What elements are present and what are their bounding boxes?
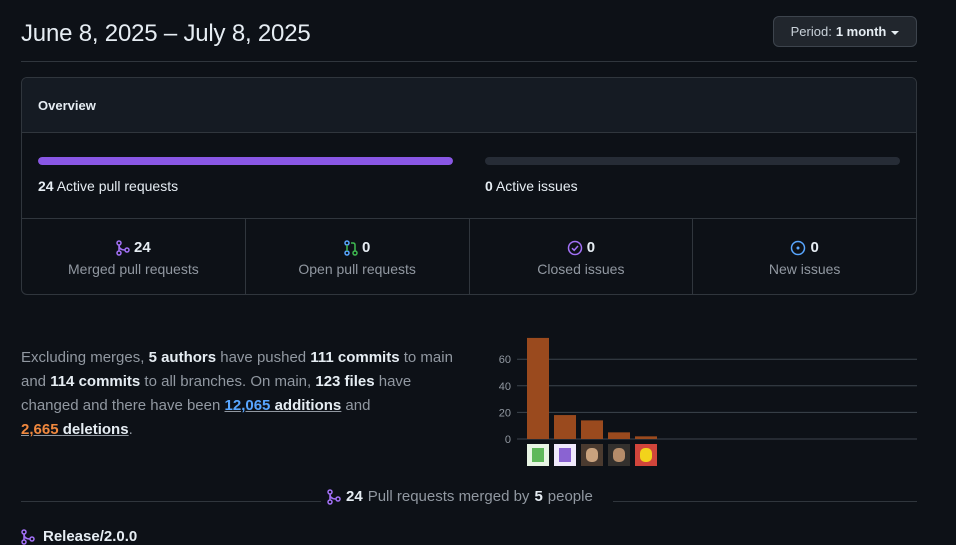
avatar [613, 448, 625, 462]
active-prs-link[interactable]: 24 Active pull requests [38, 178, 178, 194]
stat-label: New issues [768, 261, 841, 277]
chart-bar [635, 436, 657, 439]
merged-text: Pull requests merged by [367, 488, 530, 505]
stat-open-prs[interactable]: 0 Open pull requests [246, 219, 470, 294]
summary-text: to all branches. On main, [140, 373, 316, 390]
divider-line-right [613, 501, 917, 502]
period-prefix: Period: [790, 24, 832, 39]
stat-merged-prs[interactable]: 24 Merged pull requests [22, 219, 246, 294]
summary-text: . [128, 421, 133, 438]
active-prs-count: 24 [38, 178, 54, 194]
pull-request-icon [344, 239, 358, 256]
stat-label: Merged pull requests [68, 261, 199, 277]
merged-count: 24 [346, 488, 363, 505]
pulse-page: June 8, 2025 – July 8, 2025 Period: 1 mo… [21, 0, 917, 545]
period-value: 1 month [835, 24, 887, 39]
chart-y-tick-label: 60 [499, 354, 511, 366]
active-issues-link[interactable]: 0 Active issues [485, 178, 578, 194]
period-dropdown-button[interactable]: Period: 1 month [773, 16, 917, 47]
deletions-count: 2,665 [21, 421, 59, 438]
page-title: June 8, 2025 – July 8, 2025 [21, 20, 311, 47]
chart-bar [554, 415, 576, 439]
additions-count: 12,065 [224, 397, 271, 414]
pulse-header: June 8, 2025 – July 8, 2025 Period: 1 mo… [21, 0, 917, 62]
overview-title: Overview [38, 98, 96, 113]
overview-header: Overview [22, 78, 916, 133]
commits-all-count: 114 commits [50, 373, 141, 390]
people-count: 5 [534, 488, 543, 505]
caret-down-icon [891, 30, 900, 35]
active-issues-label: Active issues [495, 178, 578, 194]
avatar [559, 448, 571, 462]
summary-text: have pushed [216, 349, 311, 366]
chart-y-tick-label: 20 [499, 407, 511, 419]
overview-panel: Overview 24 Active pull requests 0 Activ… [21, 77, 917, 295]
stat-value: 0 [586, 239, 596, 256]
merged-prs-summary: 24 Pull requests merged by 5 people [327, 488, 593, 505]
chart-bar [581, 420, 603, 439]
stat-value: 0 [810, 239, 819, 256]
commits-main-count: 111 commits [310, 349, 400, 366]
stat-value: 0 [361, 239, 371, 256]
overview-stats: 24 Merged pull requests 0 Open pull requ… [22, 219, 916, 294]
pr-item-release[interactable]: Release/2.0.0 [21, 528, 137, 545]
active-issues-count: 0 [485, 178, 493, 194]
chart-bar [527, 337, 549, 439]
commit-summary: Excluding merges, 5 authors have pushed … [21, 346, 471, 442]
issue-closed-icon [567, 240, 582, 255]
files-count: 123 files [315, 373, 375, 390]
merge-icon [116, 239, 130, 256]
merge-icon [21, 528, 35, 545]
active-issues-bar [485, 157, 900, 165]
deletions-link[interactable]: 2,665 deletions [21, 421, 129, 438]
issue-open-icon [791, 240, 806, 255]
active-prs-label: Active pull requests [56, 178, 179, 194]
divider-line-left [21, 501, 321, 502]
additions-word: additions [274, 397, 342, 414]
merge-icon [327, 488, 341, 505]
stat-new-issues[interactable]: 0 New issues [693, 219, 916, 294]
stat-closed-issues[interactable]: 0 Closed issues [470, 219, 694, 294]
pr-title: Release/2.0.0 [43, 528, 138, 545]
avatar [532, 448, 544, 462]
avatar [586, 448, 598, 462]
merged-prs-divider: 24 Pull requests merged by 5 people [21, 488, 917, 508]
avatar [640, 448, 652, 462]
chart-y-tick-label: 40 [499, 381, 511, 393]
stat-value: 24 [134, 239, 151, 256]
summary-text: and [341, 397, 371, 414]
stat-label: Open pull requests [298, 261, 416, 277]
deletions-word: deletions [62, 421, 129, 438]
merged-text: people [547, 488, 593, 505]
overview-bars: 24 Active pull requests 0 Active issues [22, 133, 916, 219]
authors-count: 5 authors [148, 349, 217, 366]
stat-label: Closed issues [537, 261, 625, 277]
chart-y-tick-label: 0 [505, 434, 511, 446]
active-prs-bar [38, 157, 453, 165]
chart-bar [608, 432, 630, 439]
contributors-bar-chart: 60 40 20 0 [499, 337, 917, 466]
active-prs-bar-fill [38, 157, 453, 165]
summary-text: Excluding merges, [21, 349, 149, 366]
additions-link[interactable]: 12,065 additions [225, 397, 342, 414]
